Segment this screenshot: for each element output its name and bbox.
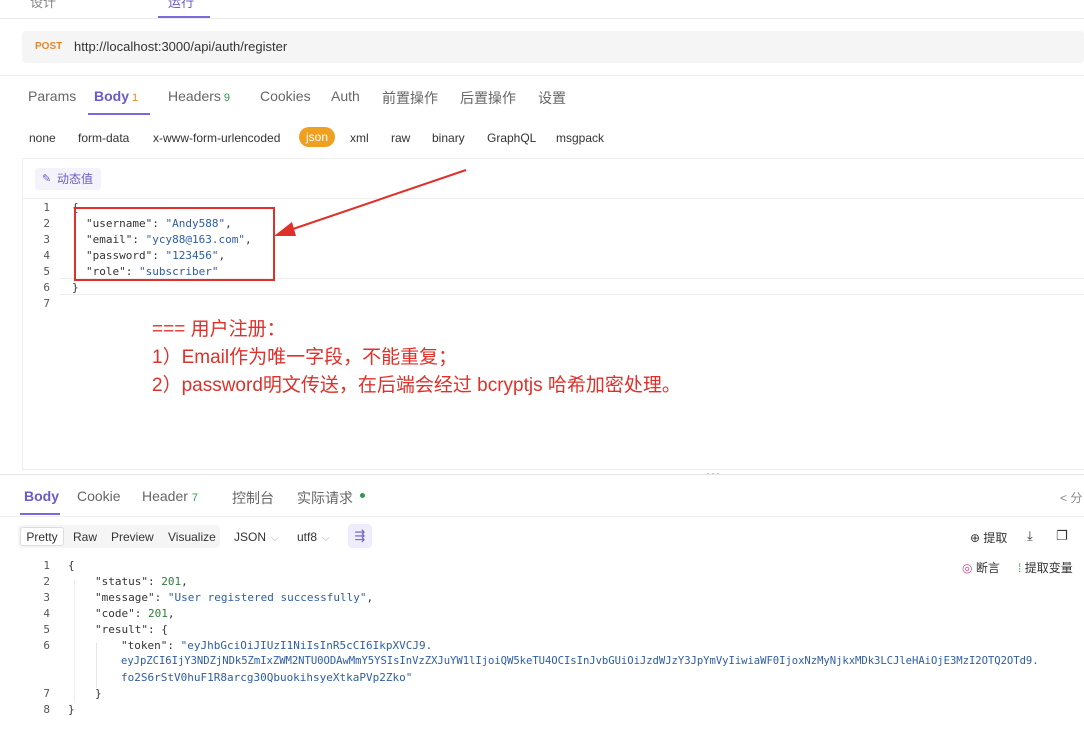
code-line: "token": "eyJhbGciOiJIUzI1NiIsInR5cCI6Ik… (121, 639, 433, 652)
tab-label: Header (142, 488, 188, 504)
line-number: 5 (43, 623, 50, 636)
indent-guide (74, 580, 75, 702)
annotation-line: 2）password明文传送，在后端会经过 bcryptjs 哈希加密处理。 (152, 375, 681, 396)
json-key: "status" (95, 575, 148, 588)
tab-response-header[interactable]: Header 7 (142, 488, 198, 504)
indent-guide (96, 643, 97, 688)
json-key: "message" (95, 591, 155, 604)
line-number: 3 (43, 591, 50, 604)
line-number: 6 (43, 639, 50, 652)
line-number: 7 (43, 687, 50, 700)
line-number: 8 (43, 703, 50, 716)
copy-icon[interactable]: ❐ (1056, 528, 1068, 544)
code-line: } (95, 687, 102, 700)
code-line: "status": 201, (95, 575, 188, 588)
json-number: 201 (161, 575, 182, 588)
json-string: eyJpZCI6IjY3NDZjNDk5ZmIxZWM2NTU0ODAwMmY5… (121, 655, 1039, 667)
json-string: fo2S6rStV0huF1R8arcg30QbuokihsyeXtkaPVp2… (121, 671, 413, 684)
line-number: 1 (43, 559, 50, 572)
tab-badge: 7 (191, 492, 199, 504)
code-line: { (68, 559, 75, 572)
view-preview-button[interactable]: Preview (111, 530, 154, 544)
share-icon[interactable]: < 分 (1060, 489, 1082, 506)
button-label: 提取变量 (1024, 561, 1073, 575)
encoding-select[interactable]: utf8 ⌵ (297, 530, 330, 544)
json-key: "code" (95, 607, 135, 620)
annotation-line: === 用户注册： (152, 319, 286, 340)
line-number: 2 (43, 575, 50, 588)
json-key: "token" (121, 639, 168, 652)
brace: { (68, 559, 75, 572)
extract-button[interactable]: ⊕ 提取 (970, 529, 1007, 546)
json-string: "User registered successfully" (167, 591, 367, 604)
code-line: "message": "User registered successfully… (95, 591, 374, 604)
download-icon[interactable]: ⤓ (1027, 528, 1033, 544)
divider (0, 516, 1084, 517)
json-number: 201 (148, 607, 168, 620)
variable-icon: ⁞ (1018, 561, 1022, 575)
select-value: JSON (234, 530, 267, 544)
json-string: "eyJhbGciOiJIUzI1NiIsInR5cCI6IkpXVCJ9. (180, 639, 433, 652)
select-value: utf8 (297, 530, 318, 544)
view-mode-group: Pretty Raw Preview Visualize (18, 525, 220, 548)
active-tab-indicator (20, 513, 60, 515)
annotation-text: === 用户注册： 1）Email作为唯一字段，不能重复； 2）password… (152, 316, 681, 400)
format-select[interactable]: JSON ⌵ (234, 530, 279, 544)
brace: } (95, 687, 102, 700)
status-dot (360, 493, 365, 498)
assert-icon: ◎ (962, 561, 973, 575)
brace: } (68, 703, 75, 716)
resize-handle[interactable]: ··· (706, 466, 721, 480)
view-raw-button[interactable]: Raw (73, 530, 97, 544)
extract-variable-button[interactable]: ⁞ 提取变量 (1018, 559, 1073, 576)
view-visualize-button[interactable]: Visualize (168, 530, 216, 544)
line-number: 4 (43, 607, 50, 620)
json-key: "result" (95, 623, 148, 636)
code-line: "code": 201, (95, 607, 175, 620)
code-line: "result": { (95, 623, 168, 636)
code-line: eyJpZCI6IjY3NDZjNDk5ZmIxZWM2NTU0ODAwMmY5… (121, 655, 1039, 667)
tab-console[interactable]: 控制台 (232, 488, 274, 508)
chevron-down-icon: ⌵ (322, 533, 330, 544)
wrap-lines-button[interactable]: ⇶ (348, 524, 372, 548)
assert-button[interactable]: ◎ 断言 (962, 559, 1000, 576)
annotation-line: 1）Email作为唯一字段，不能重复； (152, 347, 458, 368)
extract-icon: ⊕ (970, 531, 981, 545)
button-label: 断言 (975, 561, 1000, 575)
tab-actual-request[interactable]: 实际请求 (297, 488, 353, 508)
chevron-down-icon: ⌵ (271, 533, 279, 544)
code-line: } (68, 703, 75, 716)
panel-splitter[interactable] (0, 474, 1084, 475)
tab-response-body[interactable]: Body (24, 488, 59, 504)
button-label: 提取 (983, 531, 1008, 545)
view-pretty-button[interactable]: Pretty (20, 527, 64, 546)
code-line: fo2S6rStV0huF1R8arcg30QbuokihsyeXtkaPVp2… (121, 671, 412, 684)
tab-response-cookie[interactable]: Cookie (77, 488, 121, 504)
